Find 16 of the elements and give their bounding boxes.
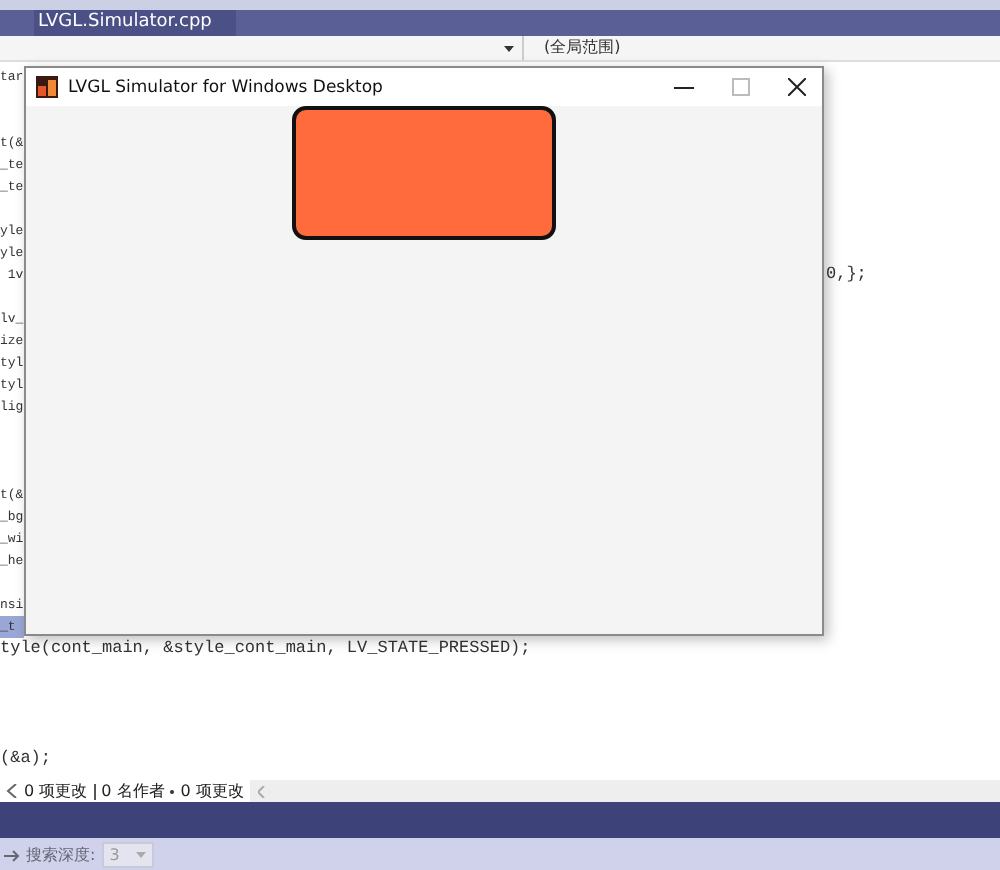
status-text: 0 项更改 (180, 780, 244, 802)
window-title: LVGL Simulator for Windows Desktop (68, 77, 385, 97)
code-line: 0,}; (826, 264, 867, 286)
code-line: (&a); (0, 748, 52, 770)
caret-icon (135, 852, 146, 858)
code-line: tyle(cont_main, &style_cont_main, LV_STATE_PRESSED); (0, 638, 531, 660)
editor-tab[interactable]: LVGL.Simulator.cpp (34, 10, 236, 36)
status-text: 0 项更改 (24, 780, 88, 802)
arrow-icon (4, 849, 20, 861)
rounded-rectangle[interactable] (292, 106, 556, 240)
status-text: 0 名作者 (101, 780, 165, 802)
app-icon (36, 76, 58, 98)
scope-dropdown[interactable]: (全局范围) (524, 36, 621, 60)
search-depth-label: 搜索深度: (26, 844, 96, 866)
close-icon[interactable] (788, 78, 806, 96)
caret-icon (504, 45, 514, 51)
